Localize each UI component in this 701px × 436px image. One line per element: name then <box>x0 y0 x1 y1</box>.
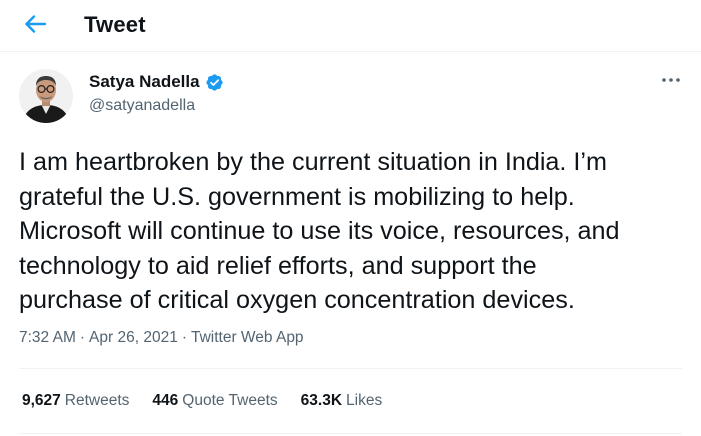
tweet-meta: 7:32 AM · Apr 26, 2021 · Twitter Web App <box>19 329 304 347</box>
tweet-date[interactable]: Apr 26, 2021 <box>89 329 178 346</box>
author-name: Satya Nadella <box>89 72 200 91</box>
back-button[interactable] <box>18 9 52 39</box>
retweets-stat[interactable]: 9,627 Retweets <box>22 392 129 410</box>
meta-separator: · <box>181 329 187 346</box>
arrow-left-icon <box>25 15 47 33</box>
more-horizontal-icon <box>662 78 680 82</box>
page-header: Tweet <box>0 0 701 52</box>
likes-count: 63.3K <box>300 392 343 409</box>
retweets-label: Retweets <box>64 392 130 409</box>
tweet-text: I am heartbroken by the current situatio… <box>19 145 689 318</box>
avatar-image <box>19 69 73 123</box>
author-handle[interactable]: @satyanadella <box>89 97 195 115</box>
tweet-text-line: purchase of critical oxygen concentratio… <box>19 286 575 314</box>
author-name-link[interactable]: Satya Nadella <box>89 72 224 92</box>
more-options-button[interactable] <box>656 70 686 90</box>
tweet-page: Tweet Satya Nadella @satyanadella I am h… <box>0 0 701 436</box>
tweet-text-line: Microsoft will continue to use its voice… <box>19 217 620 245</box>
meta-separator: · <box>79 329 86 346</box>
tweet-source[interactable]: Twitter Web App <box>191 329 304 346</box>
page-title: Tweet <box>84 12 146 37</box>
divider <box>19 368 682 369</box>
quote-tweets-count: 446 <box>152 392 179 409</box>
divider <box>19 433 682 434</box>
verified-badge-icon <box>205 73 223 91</box>
avatar[interactable] <box>19 69 73 123</box>
retweets-count: 9,627 <box>22 392 61 409</box>
likes-label: Likes <box>346 392 383 409</box>
quote-tweets-label: Quote Tweets <box>182 392 278 409</box>
tweet-text-line: grateful the U.S. government is mobilizi… <box>19 182 575 211</box>
tweet-stats: 9,627 Retweets 446 Quote Tweets 63.3K Li… <box>22 392 405 410</box>
quote-tweets-stat[interactable]: 446 Quote Tweets <box>152 392 277 410</box>
tweet-text-line: technology to aid relief efforts, and su… <box>19 251 537 280</box>
likes-stat[interactable]: 63.3K Likes <box>301 392 383 410</box>
tweet-text-line: I am heartbroken by the current situatio… <box>19 148 608 176</box>
tweet-time[interactable]: 7:32 AM <box>19 329 76 346</box>
